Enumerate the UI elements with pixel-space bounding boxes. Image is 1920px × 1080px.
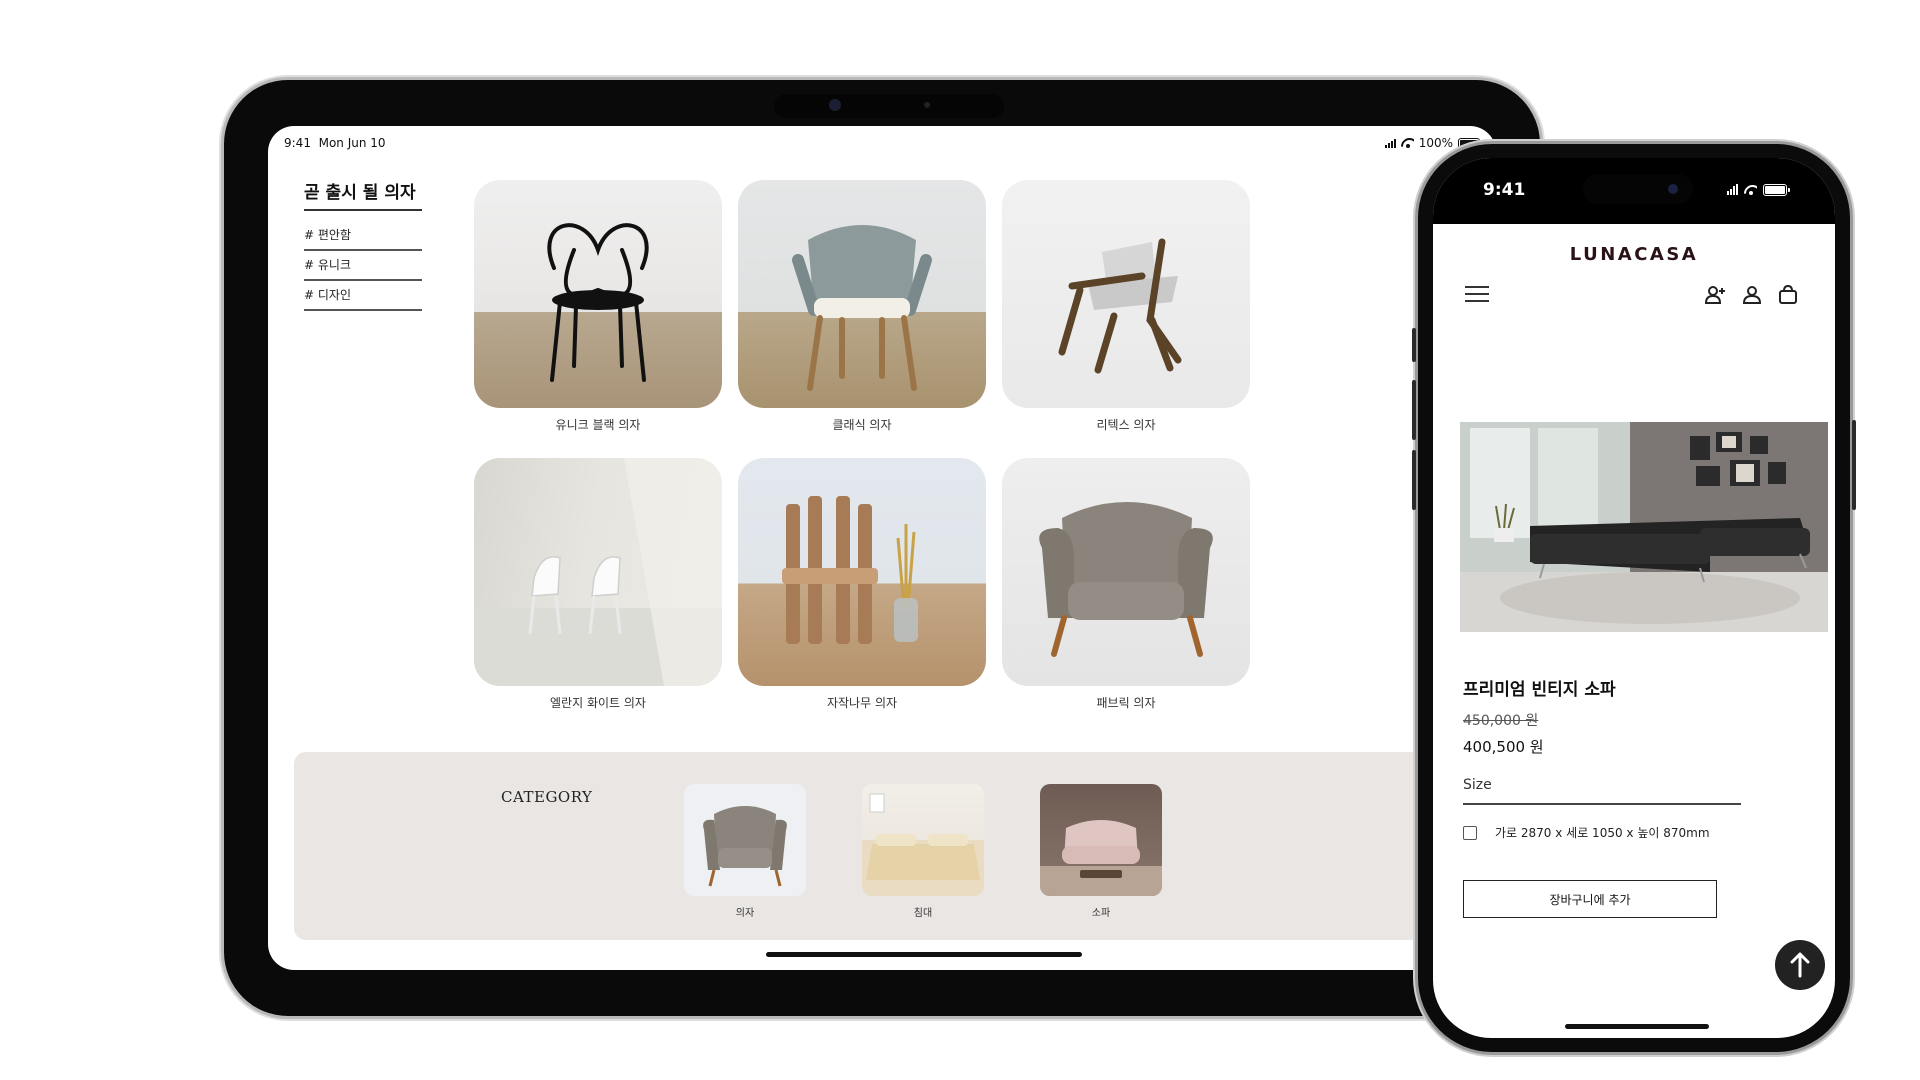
product-image[interactable] (738, 458, 986, 686)
product-sale-price: 400,500 원 (1463, 738, 1544, 756)
iphone-power-button (1852, 420, 1856, 510)
wood-lounge-chair-icon (1058, 238, 1182, 374)
ipad-home-indicator[interactable] (766, 952, 1082, 957)
product-name: 클래식 의자 (832, 418, 892, 432)
category-item-bed[interactable]: 침대 (862, 784, 984, 919)
scroll-to-top-button[interactable] (1775, 940, 1825, 990)
product-card[interactable]: 클래식 의자 (738, 180, 986, 433)
front-camera-icon (1668, 184, 1678, 194)
product-hero-image[interactable] (1460, 422, 1828, 632)
product-name: 유니크 블랙 의자 (555, 418, 641, 432)
iphone-home-indicator[interactable] (1565, 1024, 1709, 1029)
ipad-device: 9:41 Mon Jun 10 100% 곧 출시 될 의자 # 편안함 # 유… (224, 80, 1540, 1016)
battery-icon (1763, 184, 1790, 196)
iphone-status-bar: 9:41 (1433, 158, 1835, 224)
iphone-screen: 9:41 LUNACASA 프리미엄 빈티지 소파 450,000 원 400,… (1433, 158, 1835, 1038)
ipad-camera-bar (774, 94, 1004, 118)
category-item-chair[interactable]: 의자 (684, 784, 806, 919)
add-to-cart-button[interactable]: 장바구니에 추가 (1463, 880, 1717, 918)
product-name: 리텍스 의자 (1096, 418, 1156, 432)
ipad-camera-icon (829, 99, 841, 111)
signal-icon (1384, 138, 1396, 148)
black-loop-chair-icon (547, 223, 649, 382)
category-item-sofa[interactable]: 소파 (1040, 784, 1162, 919)
sidebar-tag-unique[interactable]: # 유니크 (304, 256, 422, 281)
category-image[interactable] (1040, 784, 1162, 896)
sidebar-title: 곧 출시 될 의자 (304, 178, 422, 211)
sidebar-tag-comfort[interactable]: # 편안함 (304, 226, 422, 251)
category-image[interactable] (684, 784, 806, 896)
product-card[interactable]: 엘란지 화이트 의자 (474, 458, 722, 711)
product-image[interactable] (474, 180, 722, 408)
bed-icon (866, 793, 980, 880)
size-option-label[interactable]: 가로 2870 x 세로 1050 x 높이 870mm (1495, 824, 1710, 841)
sofa-photo-icon (1460, 422, 1828, 632)
ipad-status-date: Mon Jun 10 (318, 136, 386, 150)
product-name: 패브릭 의자 (1096, 696, 1156, 710)
menu-icon[interactable] (1465, 286, 1489, 304)
category-label: 침대 (913, 908, 933, 919)
ipad-screen: 9:41 Mon Jun 10 100% 곧 출시 될 의자 # 편안함 # 유… (268, 126, 1496, 970)
armchair-icon (703, 806, 787, 887)
white-chairs-icon (474, 458, 722, 686)
category-label: 의자 (735, 908, 755, 919)
product-image[interactable] (474, 458, 722, 686)
ipad-status-time: 9:41 (284, 136, 311, 150)
wifi-icon (1744, 185, 1757, 195)
ipad-battery-percent: 100% (1418, 136, 1453, 150)
iphone-status-icons (1727, 184, 1790, 196)
sidebar-tag-design[interactable]: # 디자인 (304, 286, 422, 311)
product-name: 자작나무 의자 (826, 696, 898, 710)
product-card[interactable]: 리텍스 의자 (1002, 180, 1250, 433)
product-image[interactable] (1002, 180, 1250, 408)
category-section: CATEGORY 의자 침대 소파 (294, 752, 1496, 940)
fabric-armchair-icon (1039, 502, 1213, 657)
category-label: 소파 (1091, 908, 1111, 919)
arrow-up-icon (1790, 952, 1810, 978)
product-image[interactable] (738, 180, 986, 408)
size-label: Size (1463, 777, 1741, 805)
size-option-checkbox[interactable] (1463, 826, 1477, 840)
signal-icon (1727, 184, 1738, 195)
birch-chair-icon (782, 496, 918, 644)
iphone-device: 9:41 LUNACASA 프리미엄 빈티지 소파 450,000 원 400,… (1412, 144, 1856, 1052)
bag-icon[interactable] (1777, 284, 1799, 306)
rope-armchair-icon (792, 225, 932, 391)
product-original-price: 450,000 원 (1463, 713, 1539, 729)
wifi-icon (1401, 138, 1414, 148)
ipad-status-left: 9:41 Mon Jun 10 (284, 136, 386, 150)
iphone-side-button (1412, 328, 1416, 362)
add-user-icon[interactable] (1704, 284, 1726, 306)
category-image[interactable] (862, 784, 984, 896)
user-icon[interactable] (1741, 284, 1763, 306)
iphone-volume-down (1412, 450, 1416, 510)
category-title: CATEGORY (501, 788, 593, 806)
product-title: 프리미엄 빈티지 소파 (1463, 680, 1616, 700)
product-card[interactable]: 패브릭 의자 (1002, 458, 1250, 711)
product-card[interactable]: 유니크 블랙 의자 (474, 180, 722, 433)
product-name: 엘란지 화이트 의자 (550, 696, 646, 710)
iphone-status-time: 9:41 (1483, 180, 1526, 200)
sofa-icon (1040, 820, 1162, 896)
product-image[interactable] (1002, 458, 1250, 686)
product-card[interactable]: 자작나무 의자 (738, 458, 986, 711)
ipad-status-bar: 9:41 Mon Jun 10 100% (284, 134, 1483, 154)
ipad-sensor-icon (924, 102, 930, 108)
brand-logo[interactable]: LUNACASA (1433, 244, 1835, 265)
iphone-volume-up (1412, 380, 1416, 440)
